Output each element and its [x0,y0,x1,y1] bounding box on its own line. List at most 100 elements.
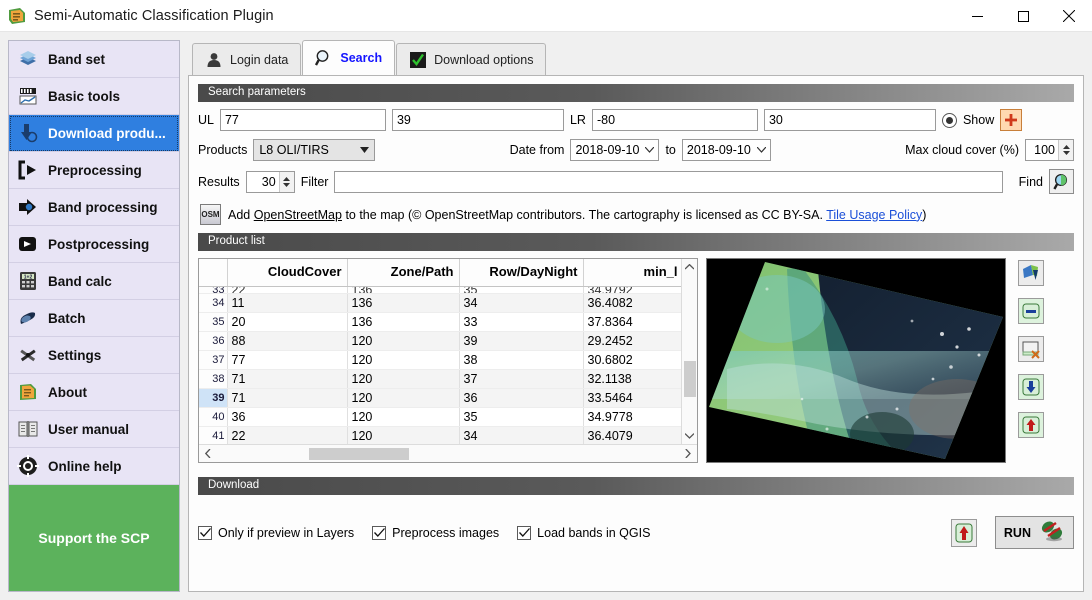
ul-y-input[interactable] [391,109,564,131]
show-radio[interactable] [941,112,957,128]
max-cloud-cover-input[interactable] [1026,140,1059,160]
sidebar-item-batch[interactable]: Batch [9,300,179,337]
sidebar-item-about[interactable]: About [9,374,179,411]
sidebar-item-basic-tools[interactable]: Basic tools [9,78,179,115]
openstreetmap-row: OSM Add OpenStreetMap to the map (© Open… [200,204,1074,225]
row-number: 39 [199,388,228,408]
sidebar-item-band-processing[interactable]: Band processing [9,189,179,226]
cell-row-daynight: 37 [459,369,584,389]
tile-usage-policy-link[interactable]: Tile Usage Policy [826,208,922,222]
remove-band-icon[interactable] [1018,298,1044,324]
checkbox-box[interactable] [517,525,532,540]
sidebar-item-preprocessing[interactable]: Preprocessing [9,152,179,189]
row-number: 41 [199,426,228,444]
table-row[interactable]: 38 71 120 37 32.1138 [199,369,681,389]
find-magnifier-icon[interactable] [1049,169,1074,194]
products-row: Products L8 OLI/TIRS Date from 2018-09-1… [198,139,1075,161]
landsat-preview-thumbnail[interactable] [706,258,1006,463]
table-row[interactable]: 39 71 120 36 33.5464 [199,388,681,408]
products-select[interactable]: L8 OLI/TIRS [253,139,376,161]
table-horizontal-scrollbar[interactable] [199,444,697,462]
table-header-row: CloudCover Zone/Path Row/DayNight min_l [199,259,681,287]
sidebar-item-postprocessing[interactable]: Postprocessing [9,226,179,263]
band-processing-icon [17,196,39,218]
cell-zone-path: 120 [347,426,460,444]
sidebar-item-online-help[interactable]: Online help [9,448,179,485]
checkbox-label: Load bands in QGIS [537,525,651,540]
sidebar-item-label: Batch [48,310,86,326]
table-row[interactable]: 35 20 136 33 37.8364 [199,312,681,332]
basic-tools-icon [17,85,39,107]
checkbox-preprocess-images[interactable]: Preprocess images [372,525,499,540]
table-vertical-scrollbar[interactable] [681,259,697,444]
checkbox-load-bands-in-qgis[interactable]: Load bands in QGIS [517,525,651,540]
date-from-input[interactable]: 2018-09-10 [570,139,660,161]
support-scp-label: Support the SCP [38,530,150,546]
date-to-input[interactable]: 2018-09-10 [681,139,771,161]
display-preview-icon[interactable] [1018,260,1044,286]
checkbox-box[interactable] [198,525,212,540]
table-row[interactable]: 33 22 136 35 34.9792 [199,286,681,294]
openstreetmap-link[interactable]: OpenStreetMap [254,208,342,222]
row-number: 33 [199,286,228,294]
table-row[interactable]: 40 36 120 35 34.9778 [199,407,681,427]
run-button[interactable]: RUN [994,516,1074,549]
checkbox-only-if-preview[interactable]: Only if preview in Layers [198,525,354,540]
close-button[interactable] [1046,0,1092,32]
lr-y-input[interactable] [763,109,936,131]
column-header-min-lat[interactable]: min_l [583,259,681,287]
osm-icon[interactable]: OSM [200,204,221,225]
preview-toolbar [1014,258,1048,463]
results-stepper[interactable] [245,170,295,193]
sidebar-item-band-calc[interactable]: 1+2 Band calc [9,263,179,300]
table-row[interactable]: 34 11 136 34 36.4082 [199,293,681,313]
checkbox-box[interactable] [372,525,387,540]
postprocessing-icon [17,233,39,255]
sidebar-item-user-manual[interactable]: User manual [9,411,179,448]
table-row[interactable]: 41 22 120 34 36.4079 [199,426,681,444]
cell-cloudcover: 36 [227,407,348,427]
stepper-arrows[interactable] [278,171,294,192]
stepper-arrows[interactable] [1058,140,1074,160]
scroll-left-icon[interactable] [199,449,217,458]
max-cloud-cover-stepper[interactable] [1025,139,1075,161]
scroll-down-icon[interactable] [682,428,698,444]
maximize-button[interactable] [1000,0,1046,32]
plus-icon[interactable] [1000,109,1023,131]
minimize-button[interactable] [954,0,1000,32]
import-table-icon[interactable] [1018,374,1044,400]
filter-input[interactable] [334,170,1003,193]
support-scp-button[interactable]: Support the SCP [9,485,179,591]
table-row[interactable]: 36 88 120 39 29.2452 [199,331,681,351]
results-input[interactable] [246,171,279,192]
column-header-cloudcover[interactable]: CloudCover [227,259,348,287]
sidebar-item-label: Online help [48,458,122,474]
scroll-right-icon[interactable] [679,449,697,458]
sidebar-item-settings[interactable]: Settings [9,337,179,374]
column-header-zone-path[interactable]: Zone/Path [347,259,460,287]
horizontal-scroll-thumb[interactable] [309,448,409,460]
tab-search[interactable]: Search [302,40,396,75]
table-row[interactable]: 37 77 120 38 30.6802 [199,350,681,370]
ul-x-input[interactable] [219,109,386,131]
column-header-row-daynight[interactable]: Row/DayNight [459,259,584,287]
row-number: 35 [199,312,228,332]
search-parameters-header: Search parameters [198,84,1074,102]
load-in-batch-icon[interactable] [950,518,977,547]
scroll-up-icon[interactable] [682,259,698,275]
cell-min-lat: 29.2452 [583,331,681,351]
sidebar-item-download-products[interactable]: Download produ... [9,115,179,152]
vertical-scroll-thumb[interactable] [684,361,696,397]
cell-min-lat: 33.5464 [583,388,681,408]
clear-table-icon[interactable] [1018,336,1044,362]
lr-x-input[interactable] [591,109,758,131]
cell-zone-path: 120 [347,369,460,389]
export-table-icon[interactable] [1018,412,1044,438]
cell-cloudcover: 71 [227,388,348,408]
sidebar-item-band-set[interactable]: Band set [9,41,179,78]
tab-login-data[interactable]: Login data [192,43,302,75]
tab-download-options[interactable]: Download options [396,43,547,75]
tab-label: Search [340,51,383,65]
settings-icon [17,344,39,366]
search-tab-content: Search parameters UL LR Show [188,76,1084,592]
